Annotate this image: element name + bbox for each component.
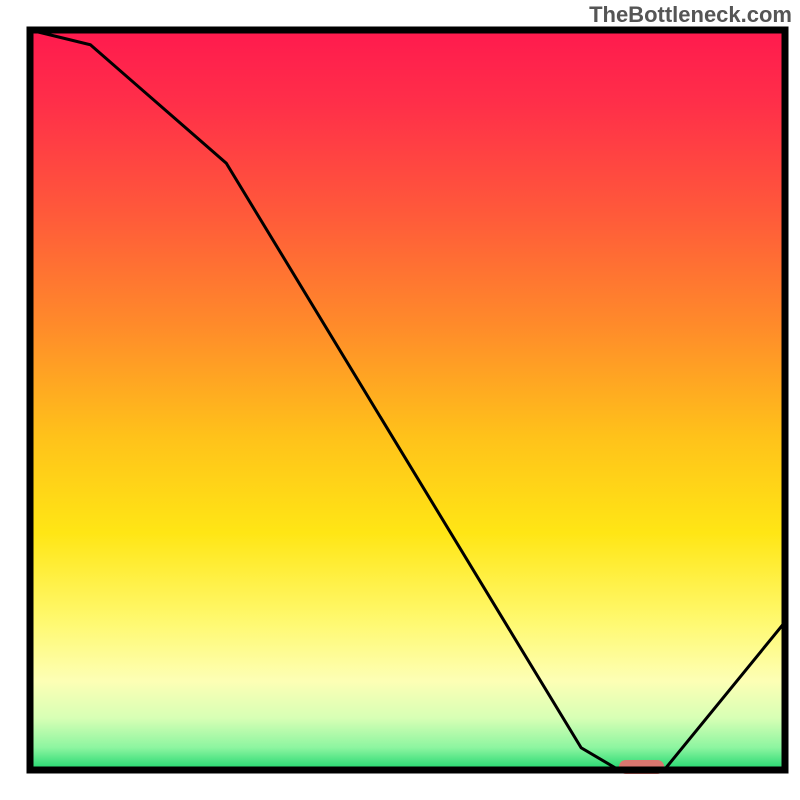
plot-background (30, 30, 785, 770)
watermark-text: TheBottleneck.com (589, 2, 792, 28)
chart-container: TheBottleneck.com (0, 0, 800, 800)
bottleneck-chart (0, 0, 800, 800)
